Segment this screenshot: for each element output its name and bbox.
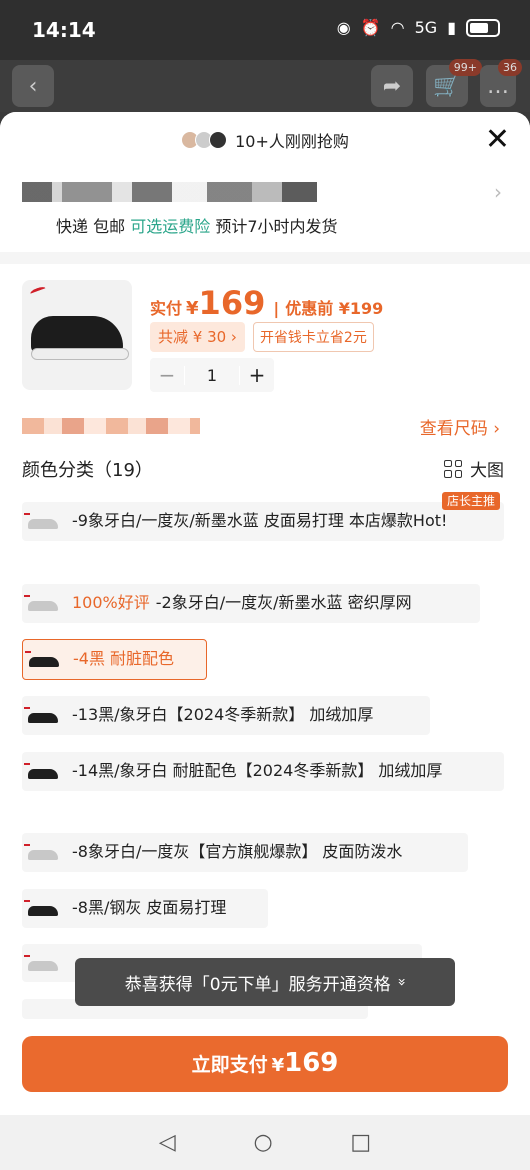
option-label: -4黑 耐脏配色 bbox=[73, 649, 175, 668]
price-label: 实付 bbox=[150, 299, 183, 318]
size-row: 查看尺码 › bbox=[22, 412, 508, 440]
color-option-selected[interactable]: -4黑 耐脏配色 bbox=[22, 639, 207, 680]
status-bar: 14:14 ◉ ⏰ ◠ 5G ▮ bbox=[0, 0, 530, 60]
color-option[interactable]: 100%好评 -2象牙白/一度灰/新墨水蓝 密织厚网 bbox=[22, 584, 480, 623]
share-icon: ➦ bbox=[371, 65, 413, 107]
recents-square-icon[interactable]: □ bbox=[350, 1130, 371, 1155]
shipping-info: 快递 包邮 可选运费险 预计7小时内发货 bbox=[56, 213, 338, 237]
color-option[interactable]: -13黑/象牙白【2024冬季新款】 加绒加厚 bbox=[22, 696, 430, 735]
battery-icon bbox=[466, 18, 500, 37]
color-option[interactable]: -9象牙白/一度灰/新墨水蓝 皮面易打理 本店爆款Hot! 店长主推 bbox=[22, 492, 504, 541]
price-currency: ¥ bbox=[186, 298, 199, 319]
pay-amount: 169 bbox=[284, 1048, 339, 1078]
shipping-express: 快递 bbox=[56, 217, 89, 236]
price-separator: | bbox=[273, 299, 280, 318]
option-thumbnail bbox=[24, 955, 58, 975]
cart-badge: 99+ bbox=[448, 59, 482, 76]
service-toast: 恭喜获得「0元下单」服务开通资格 » bbox=[75, 958, 455, 1006]
big-image-label: 大图 bbox=[470, 461, 504, 481]
signal-icon: ▮ bbox=[447, 18, 456, 37]
quantity-value[interactable]: 1 bbox=[184, 365, 240, 385]
alarm-icon: ⏰ bbox=[360, 18, 381, 37]
chevron-right-icon[interactable]: › bbox=[494, 180, 502, 204]
pay-label: 立即支付 bbox=[191, 1054, 268, 1076]
shipping-insurance-link[interactable]: 可选运费险 bbox=[130, 217, 210, 236]
option-thumbnail bbox=[24, 900, 58, 920]
cart-icon: 🛒 99+ bbox=[426, 59, 482, 107]
sheet-header: 10+人刚刚抢购 ✕ › 快递 包邮 可选运费险 预计7小时内发货 bbox=[0, 112, 530, 252]
option-label: -8象牙白/一度灰【官方旗舰爆款】 皮面防泼水 bbox=[72, 842, 403, 861]
status-icons: ◉ ⏰ ◠ 5G ▮ bbox=[337, 18, 500, 37]
color-option[interactable]: -14黑/象牙白 耐脏配色【2024冬季新款】 加绒加厚 bbox=[22, 752, 504, 791]
size-chart-link[interactable]: 查看尺码 › bbox=[420, 414, 500, 439]
chevron-down-icon[interactable]: » bbox=[393, 978, 409, 987]
option-thumbnail bbox=[24, 707, 58, 727]
price-value: 169 bbox=[198, 284, 266, 322]
address-redacted[interactable] bbox=[22, 182, 317, 202]
home-circle-icon[interactable]: ○ bbox=[253, 1130, 272, 1155]
eye-icon: ◉ bbox=[336, 18, 351, 37]
option-label: -2象牙白/一度灰/新墨水蓝 密织厚网 bbox=[155, 593, 412, 612]
option-label: -14黑/象牙白 耐脏配色【2024冬季新款】 加绒加厚 bbox=[72, 761, 443, 780]
status-time: 14:14 bbox=[32, 18, 96, 42]
back-triangle-icon[interactable]: ◁ bbox=[159, 1130, 176, 1155]
savings-card-chip[interactable]: 开省钱卡立省2元 bbox=[252, 322, 374, 352]
price-before: 优惠前 ¥199 bbox=[285, 299, 384, 318]
shipping-eta: 预计7小时内发货 bbox=[215, 217, 338, 236]
color-option[interactable]: -8象牙白/一度灰【官方旗舰爆款】 皮面防泼水 bbox=[22, 833, 468, 872]
buyer-avatars bbox=[181, 131, 228, 149]
social-proof: 10+人刚刚抢购 bbox=[0, 128, 530, 152]
product-panel: 实付 ¥ 169 | 优惠前 ¥199 共减 ¥ 30 › 开省钱卡立省2元 −… bbox=[0, 264, 530, 1115]
rating-tag: 100%好评 bbox=[72, 593, 150, 612]
message-badge: 36 bbox=[498, 59, 522, 76]
close-icon[interactable]: ✕ bbox=[485, 122, 510, 157]
pay-now-button[interactable]: 立即支付 ¥ 169 bbox=[22, 1036, 508, 1092]
option-label: -8黑/钢灰 皮面易打理 bbox=[72, 898, 227, 917]
product-thumbnail[interactable] bbox=[22, 280, 132, 390]
increase-button[interactable]: + bbox=[240, 363, 274, 387]
brand-logo-icon bbox=[29, 285, 47, 297]
size-info-redacted bbox=[22, 418, 200, 434]
option-thumbnail bbox=[24, 595, 58, 615]
discount-chip[interactable]: 共减 ¥ 30 › bbox=[150, 322, 245, 352]
option-thumbnail bbox=[24, 513, 58, 533]
option-thumbnail bbox=[25, 651, 59, 671]
option-label: -13黑/象牙白【2024冬季新款】 加绒加厚 bbox=[72, 705, 374, 724]
wifi-icon: ◠ bbox=[390, 18, 405, 37]
back-icon: ‹ bbox=[12, 65, 54, 107]
big-image-toggle[interactable]: 大图 bbox=[444, 456, 504, 481]
system-nav-bar: ◁ ○ □ bbox=[0, 1115, 530, 1170]
option-thumbnail bbox=[24, 763, 58, 783]
price-row: 实付 ¥ 169 | 优惠前 ¥199 bbox=[150, 284, 383, 322]
pay-currency: ¥ bbox=[271, 1055, 285, 1076]
quantity-stepper: − 1 + bbox=[150, 358, 274, 392]
option-label: -9象牙白/一度灰/新墨水蓝 皮面易打理 本店爆款Hot! bbox=[72, 511, 448, 530]
recommend-badge: 店长主推 bbox=[441, 492, 500, 510]
shipping-free: 包邮 bbox=[93, 217, 126, 236]
decrease-button[interactable]: − bbox=[150, 363, 184, 387]
color-option[interactable]: -8黑/钢灰 皮面易打理 bbox=[22, 889, 268, 928]
more-icon: … 36 bbox=[480, 59, 522, 107]
social-proof-text: 10+人刚刚抢购 bbox=[235, 132, 349, 151]
network-label: 5G bbox=[414, 18, 438, 37]
color-category-heading: 颜色分类（19） bbox=[22, 460, 153, 481]
toast-text: 恭喜获得「0元下单」服务开通资格 bbox=[124, 974, 391, 995]
background-nav: ‹ ➦ 🛒 99+ … 36 bbox=[0, 59, 530, 112]
option-thumbnail bbox=[24, 844, 58, 864]
promo-row: 共减 ¥ 30 › 开省钱卡立省2元 bbox=[150, 322, 374, 352]
sku-sheet: 10+人刚刚抢购 ✕ › 快递 包邮 可选运费险 预计7小时内发货 实付 ¥ 1… bbox=[0, 112, 530, 1115]
grid-icon bbox=[444, 459, 462, 478]
shoe-image bbox=[31, 316, 129, 360]
